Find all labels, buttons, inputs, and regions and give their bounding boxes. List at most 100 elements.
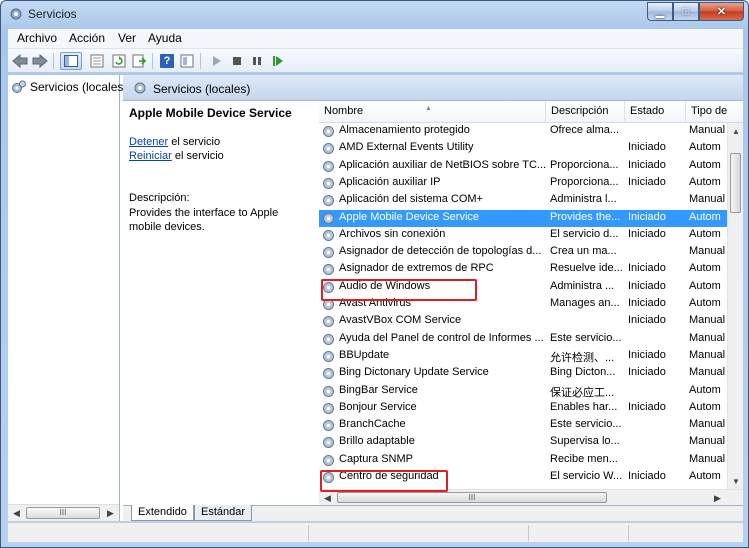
stop-service-suffix: el servicio bbox=[168, 136, 221, 148]
scroll-thumb[interactable]: III bbox=[337, 492, 607, 503]
column-header-name[interactable]: ▲ Nombre bbox=[319, 101, 546, 123]
service-description-cell: Manages an... bbox=[550, 297, 620, 309]
service-description-cell: Este servicio... bbox=[550, 331, 622, 344]
service-name-cell: Ayuda del Panel de control de Informes .… bbox=[339, 331, 544, 344]
service-description-cell: Recibe men... bbox=[550, 452, 618, 465]
toolbar: ? bbox=[8, 49, 743, 73]
back-button[interactable] bbox=[11, 52, 29, 70]
list-horizontal-scrollbar[interactable]: ◀ III ▶ bbox=[319, 489, 743, 505]
column-header-description[interactable]: Descripción bbox=[546, 101, 625, 123]
window-title: Servicios bbox=[28, 7, 77, 21]
main-header-title: Servicios (locales) bbox=[153, 82, 251, 96]
forward-button[interactable] bbox=[31, 52, 49, 70]
list-vertical-scrollbar[interactable]: ▲ ▼ bbox=[727, 123, 743, 489]
service-startup-type-cell: Manual bbox=[689, 366, 726, 379]
table-row[interactable]: Aplicación auxiliar de NetBIOS sobre TC.… bbox=[319, 158, 727, 175]
status-bar bbox=[8, 522, 743, 542]
scroll-right-icon[interactable]: ▶ bbox=[102, 505, 119, 522]
service-description-cell: Crea un ma... bbox=[550, 245, 617, 258]
service-state-cell: Iniciado bbox=[628, 210, 666, 223]
table-row[interactable]: Aplicación del sistema COM+ Administra l.… bbox=[319, 192, 727, 209]
service-name-cell: AMD External Events Utility bbox=[339, 141, 474, 154]
service-gear-icon bbox=[323, 299, 334, 310]
tree-item-services-local[interactable]: Servicios (locales) bbox=[11, 79, 127, 95]
tree-horizontal-scrollbar[interactable]: ◀ III ▶ bbox=[8, 504, 119, 521]
maximize-button[interactable]: □ bbox=[673, 2, 699, 21]
properties-button[interactable] bbox=[88, 52, 106, 70]
service-gear-icon bbox=[323, 333, 334, 345]
service-description-cell: Proporciona... bbox=[550, 158, 619, 171]
table-row[interactable]: Ayuda del Panel de control de Informes .… bbox=[319, 331, 727, 348]
service-name-cell: Avast Antivirus bbox=[339, 297, 411, 309]
table-row[interactable]: Audio de Windows Administra ... Iniciado Au… bbox=[319, 279, 727, 296]
toolbar-separator bbox=[152, 53, 153, 69]
service-startup-type-cell: Autom bbox=[689, 141, 721, 154]
service-gear-icon bbox=[323, 212, 334, 224]
service-startup-type-cell: Manual bbox=[689, 124, 726, 136]
scroll-thumb[interactable]: III bbox=[26, 507, 100, 519]
service-gear-icon bbox=[323, 402, 334, 414]
description-text: Provides the interface to Apple mobile d… bbox=[129, 207, 279, 233]
toolbar-separator bbox=[53, 53, 54, 69]
table-row[interactable]: AvastVBox COM Service Iniciado Manual bbox=[319, 313, 727, 330]
service-gear-icon bbox=[323, 316, 334, 328]
table-row[interactable]: Apple Mobile Device Service Provides the.… bbox=[319, 209, 727, 227]
start-service-button[interactable] bbox=[208, 52, 226, 70]
table-row[interactable]: BingBar Service 保证必应工... Autom bbox=[319, 383, 727, 400]
table-row[interactable]: BBUpdate 允许检测、... Iniciado Manual bbox=[319, 348, 727, 365]
service-description-cell: Administra l... bbox=[550, 193, 617, 206]
view-icon bbox=[180, 54, 194, 68]
pause-service-button[interactable] bbox=[248, 52, 266, 70]
service-name-cell: Archivos sin conexión bbox=[339, 227, 446, 240]
stop-service-link[interactable]: Detener bbox=[129, 136, 168, 148]
scroll-down-icon[interactable]: ▼ bbox=[728, 473, 743, 489]
menu-ver[interactable]: Ver bbox=[118, 31, 136, 45]
table-row[interactable]: AMD External Events Utility Iniciado Autom bbox=[319, 140, 727, 157]
scroll-left-icon[interactable]: ◀ bbox=[319, 490, 336, 505]
table-row[interactable]: Almacenamiento protegido Ofrece alma... Ma… bbox=[319, 123, 727, 140]
table-row[interactable]: Brillo adaptable Supervisa lo... Manual bbox=[319, 434, 727, 451]
menu-ayuda[interactable]: Ayuda bbox=[148, 31, 182, 45]
service-description-cell: Administra ... bbox=[550, 279, 615, 292]
view-button[interactable] bbox=[178, 52, 196, 70]
service-gear-icon bbox=[323, 368, 334, 380]
service-name-cell: BingBar Service bbox=[339, 383, 418, 396]
refresh-button[interactable] bbox=[110, 52, 128, 70]
scroll-thumb[interactable] bbox=[730, 153, 741, 213]
export-list-button[interactable] bbox=[130, 52, 148, 70]
table-row[interactable]: Bing Dictonary Update Service Bing Dicton… bbox=[319, 365, 727, 382]
table-row[interactable]: Captura SNMP Recibe men... Manual bbox=[319, 452, 727, 469]
column-header-label: Nombre bbox=[324, 105, 364, 117]
menu-archivo[interactable]: Archivo bbox=[17, 31, 57, 45]
table-row[interactable]: BranchCache Este servicio... Manual bbox=[319, 417, 727, 434]
service-description-cell: Proporciona... bbox=[550, 175, 619, 188]
restart-service-link[interactable]: Reiniciar bbox=[129, 150, 172, 162]
service-name-cell: BBUpdate bbox=[339, 348, 390, 361]
window-controls: ▁ □ ✕ bbox=[647, 2, 744, 21]
show-hide-tree-button[interactable] bbox=[60, 52, 82, 70]
scroll-right-icon[interactable]: ▶ bbox=[709, 490, 726, 505]
column-header-state[interactable]: Estado bbox=[625, 101, 686, 123]
service-state-cell: Iniciado bbox=[628, 175, 666, 188]
scroll-up-icon[interactable]: ▲ bbox=[728, 123, 743, 139]
help-button[interactable]: ? bbox=[158, 52, 176, 70]
resume-service-button[interactable] bbox=[269, 52, 287, 70]
table-row[interactable]: Asignador de extremos de RPC Resuelve ide… bbox=[319, 261, 727, 278]
menu-accion[interactable]: Acción bbox=[69, 31, 105, 45]
tab-extendido[interactable]: Extendido bbox=[131, 505, 194, 521]
service-state-cell: Iniciado bbox=[628, 400, 666, 413]
tab-estandar[interactable]: Estándar bbox=[194, 505, 253, 521]
table-row[interactable]: Centro de seguridad El servicio W... Inici… bbox=[319, 469, 727, 486]
table-row[interactable]: Bonjour Service Enables har... Iniciado Aut… bbox=[319, 400, 727, 417]
column-header-startup-type[interactable]: Tipo de bbox=[686, 101, 743, 123]
table-row[interactable]: Archivos sin conexión El servicio d... Ini… bbox=[319, 227, 727, 244]
close-button[interactable]: ✕ bbox=[699, 2, 744, 21]
resume-service-icon bbox=[273, 56, 283, 66]
scroll-left-icon[interactable]: ◀ bbox=[8, 505, 25, 522]
table-row[interactable]: Avast Antivirus Manages an... Iniciado Auto… bbox=[319, 296, 727, 313]
minimize-button[interactable]: ▁ bbox=[647, 2, 673, 21]
stop-service-button[interactable] bbox=[228, 52, 246, 70]
service-gear-icon bbox=[323, 247, 334, 259]
table-row[interactable]: Asignador de detección de topologías d..… bbox=[319, 244, 727, 261]
table-row[interactable]: Aplicación auxiliar IP Proporciona... Inic… bbox=[319, 175, 727, 192]
